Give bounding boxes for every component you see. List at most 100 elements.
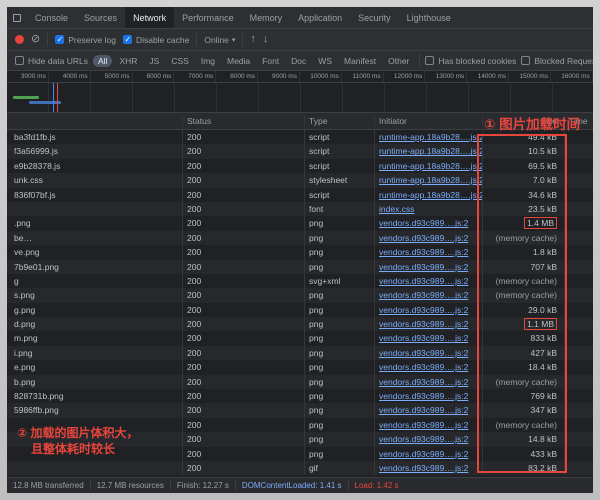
cell-initiator[interactable]: vendors.d93c989….js:2 [374,417,482,433]
cell-initiator[interactable]: vendors.d93c989….js:2 [374,259,482,274]
cell-initiator[interactable]: vendors.d93c989….js:2 [374,446,482,461]
network-request-row[interactable]: 200 gif vendors.d93c989….js:2 83.2 kB [7,460,593,476]
filter-other[interactable]: Other [383,55,414,67]
initiator-link[interactable]: vendors.d93c989….js:2 [379,233,468,243]
network-request-row[interactable]: 5986ffb.png 200 png vendors.d93c989….js:2 34… [7,403,593,418]
tab-lighthouse[interactable]: Lighthouse [399,7,459,28]
tab-memory[interactable]: Memory [242,7,291,28]
network-request-row[interactable]: ve.png 200 png vendors.d93c989….js:2 1.8 kB [7,245,593,260]
column-header-type[interactable]: Type [304,116,374,126]
network-request-row[interactable]: 7b9e01.png 200 png vendors.d93c989….js:2 707… [7,259,593,274]
tab-application[interactable]: Application [290,7,350,28]
export-har-icon[interactable]: ↓ [263,34,269,45]
cell-initiator[interactable]: vendors.d93c989….js:2 [374,460,482,476]
initiator-link[interactable]: runtime-app.18a9b28….js:2 [379,175,482,185]
network-request-row[interactable]: i.png 200 png vendors.d93c989….js:2 427 kB [7,345,593,361]
initiator-link[interactable]: runtime-app.18a9b28….js:2 [379,132,482,142]
initiator-link[interactable]: vendors.d93c989….js:2 [379,305,468,315]
waterfall-overview[interactable] [7,83,593,113]
initiator-link[interactable]: runtime-app.18a9b28….js:2 [379,190,482,200]
initiator-link[interactable]: vendors.d93c989….js:2 [379,377,468,387]
initiator-link[interactable]: vendors.d93c989….js:2 [379,247,468,257]
initiator-link[interactable]: vendors.d93c989….js:2 [379,362,468,372]
cell-initiator[interactable]: vendors.d93c989….js:2 [374,273,482,289]
initiator-link[interactable]: index.css [379,204,414,214]
filter-media[interactable]: Media [222,55,255,67]
filter-doc[interactable]: Doc [286,55,311,67]
cell-initiator[interactable]: vendors.d93c989….js:2 [374,432,482,447]
filter-js[interactable]: JS [144,55,164,67]
initiator-link[interactable]: vendors.d93c989….js:2 [379,262,468,272]
filter-ws[interactable]: WS [313,55,337,67]
tab-security[interactable]: Security [350,7,399,28]
preserve-log-checkbox[interactable]: Preserve log [55,35,116,45]
initiator-link[interactable]: vendors.d93c989….js:2 [379,449,468,459]
cell-initiator[interactable]: vendors.d93c989….js:2 [374,302,482,318]
tab-console[interactable]: Console [27,7,76,28]
filter-manifest[interactable]: Manifest [339,55,381,67]
import-har-icon[interactable]: ↑ [250,34,256,45]
network-request-row[interactable]: e.png 200 png vendors.d93c989….js:2 18.4 kB [7,360,593,375]
cell-initiator[interactable]: index.css [374,201,482,217]
column-header-status[interactable]: Status [182,116,304,126]
initiator-link[interactable]: vendors.d93c989….js:2 [379,348,468,358]
disable-cache-checkbox[interactable]: Disable cache [122,35,189,45]
cell-initiator[interactable]: vendors.d93c989….js:2 [374,288,482,303]
initiator-link[interactable]: vendors.d93c989….js:2 [379,405,468,415]
network-request-row[interactable]: .png 200 png vendors.d93c989….js:2 1.4 MB [7,216,593,231]
filter-img[interactable]: Img [196,55,220,67]
inspect-device-icon[interactable] [7,7,27,28]
network-request-row[interactable]: unk.css 200 stylesheet runtime-app.18a9b28…… [7,173,593,188]
initiator-link[interactable]: vendors.d93c989….js:2 [379,218,468,228]
clear-icon[interactable]: ⊘ [31,34,40,45]
network-request-row[interactable]: b.png 200 png vendors.d93c989….js:2 (memory … [7,374,593,390]
tab-sources[interactable]: Sources [76,7,125,28]
initiator-link[interactable]: vendors.d93c989….js:2 [379,276,468,286]
network-request-row[interactable]: 836f07bf.js 200 script runtime-app.18a9b28…… [7,187,593,202]
initiator-link[interactable]: vendors.d93c989….js:2 [379,463,468,473]
cell-initiator[interactable]: runtime-app.18a9b28….js:2 [374,187,482,202]
network-request-row[interactable]: d.png 200 png vendors.d93c989….js:2 1.1 MB [7,317,593,332]
cell-initiator[interactable]: runtime-app.18a9b28….js:2 [374,130,482,145]
cell-initiator[interactable]: runtime-app.18a9b28….js:2 [374,158,482,174]
network-request-row[interactable]: e9b28378.js 200 script runtime-app.18a9b28…… [7,158,593,174]
initiator-link[interactable]: vendors.d93c989….js:2 [379,391,468,401]
initiator-link[interactable]: runtime-app.18a9b28….js:2 [379,161,482,171]
tab-network[interactable]: Network [125,7,175,28]
network-request-row[interactable]: g.png 200 png vendors.d93c989….js:2 29.0 kB [7,302,593,318]
throttling-select[interactable]: Online ▾ [204,35,235,45]
initiator-link[interactable]: vendors.d93c989….js:2 [379,420,468,430]
cell-initiator[interactable]: vendors.d93c989….js:2 [374,230,482,246]
filter-all[interactable]: All [93,54,113,67]
column-header-initiator[interactable]: Initiator [374,116,482,126]
network-request-row[interactable]: be… 200 png vendors.d93c989….js:2 (memory ca… [7,230,593,246]
cell-initiator[interactable]: runtime-app.18a9b28….js:2 [374,173,482,188]
initiator-link[interactable]: vendors.d93c989….js:2 [379,290,468,300]
has-blocked-cookies-checkbox[interactable]: Has blocked cookies [425,56,516,66]
network-request-row[interactable]: f3a56999.js 200 script runtime-app.18a9b28…… [7,144,593,159]
cell-initiator[interactable]: vendors.d93c989….js:2 [374,216,482,231]
initiator-link[interactable]: runtime-app.18a9b28….js:2 [379,146,482,156]
cell-initiator[interactable]: vendors.d93c989….js:2 [374,345,482,361]
cell-initiator[interactable]: vendors.d93c989….js:2 [374,331,482,346]
hide-data-urls-checkbox[interactable]: Hide data URLs [15,56,88,66]
filter-css[interactable]: CSS [166,55,193,67]
filter-font[interactable]: Font [257,55,284,67]
cell-initiator[interactable]: vendors.d93c989….js:2 [374,245,482,260]
cell-initiator[interactable]: vendors.d93c989….js:2 [374,317,482,332]
cell-initiator[interactable]: vendors.d93c989….js:2 [374,360,482,375]
cell-initiator[interactable]: runtime-app.18a9b28….js:2 [374,144,482,159]
filter-xhr[interactable]: XHR [114,55,142,67]
network-request-row[interactable]: m.png 200 png vendors.d93c989….js:2 833 kB [7,331,593,346]
cell-initiator[interactable]: vendors.d93c989….js:2 [374,403,482,418]
record-button[interactable] [15,35,24,44]
initiator-link[interactable]: vendors.d93c989….js:2 [379,333,468,343]
initiator-link[interactable]: vendors.d93c989….js:2 [379,319,468,329]
network-request-row[interactable]: 828731b.png 200 png vendors.d93c989….js:2 76… [7,389,593,404]
blocked-requests-checkbox[interactable]: Blocked Requests [521,56,593,66]
cell-initiator[interactable]: vendors.d93c989….js:2 [374,389,482,404]
initiator-link[interactable]: vendors.d93c989….js:2 [379,434,468,444]
network-request-row[interactable]: g 200 svg+xml vendors.d93c989….js:2 (memory … [7,273,593,289]
network-request-row[interactable]: 200 font index.css 23.5 kB [7,201,593,217]
tab-performance[interactable]: Performance [174,7,242,28]
